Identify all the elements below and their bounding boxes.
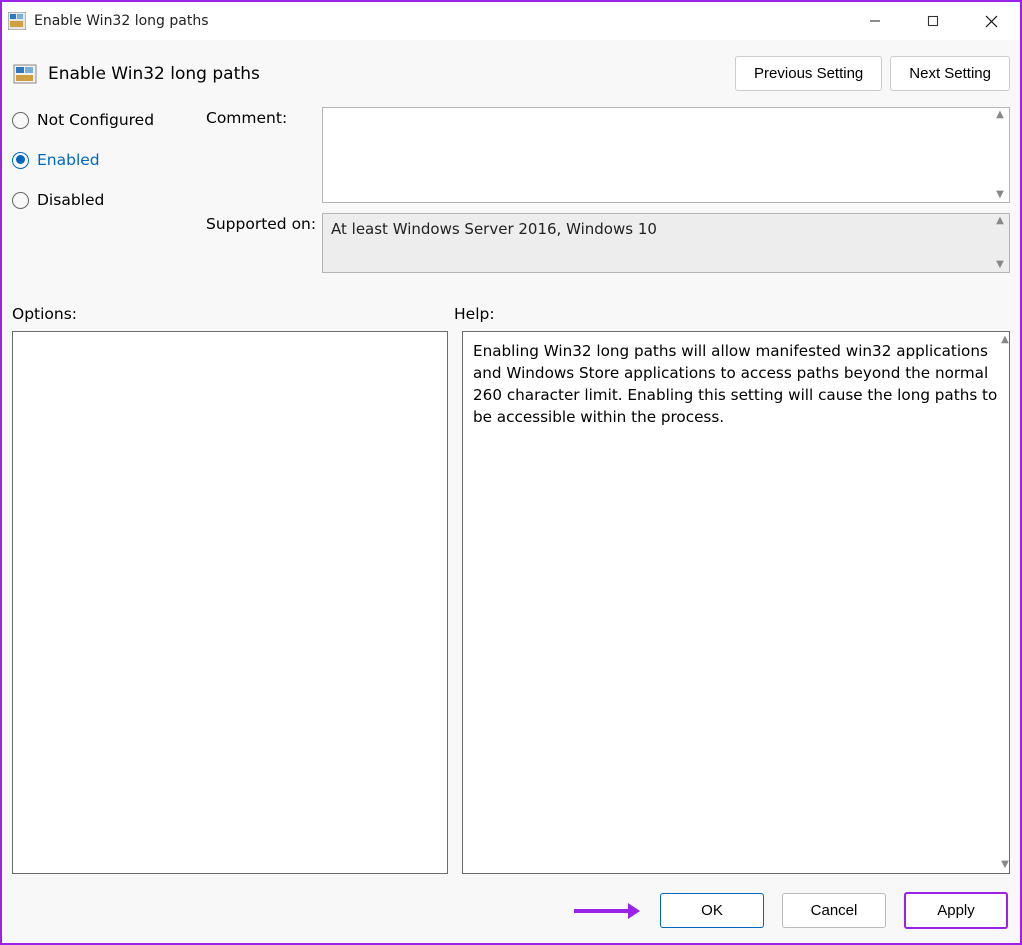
radio-disabled[interactable]: Disabled xyxy=(12,191,182,209)
content-area: Enable Win32 long paths Previous Setting… xyxy=(2,40,1020,943)
previous-setting-button[interactable]: Previous Setting xyxy=(735,56,882,91)
panel-labels: Options: Help: xyxy=(2,283,1020,331)
comment-scroll: ▲ ▼ xyxy=(991,108,1009,202)
panels-area: Enabling Win32 long paths will allow man… xyxy=(2,331,1020,874)
help-label: Help: xyxy=(454,305,495,323)
help-panel: Enabling Win32 long paths will allow man… xyxy=(462,331,1010,874)
supported-text: At least Windows Server 2016, Windows 10 xyxy=(323,214,991,272)
page-title: Enable Win32 long paths xyxy=(48,64,727,84)
radio-icon xyxy=(12,152,29,169)
app-icon xyxy=(8,12,26,30)
radio-label: Not Configured xyxy=(37,111,154,129)
scroll-up-icon[interactable]: ▲ xyxy=(991,110,1009,120)
radio-icon xyxy=(12,112,29,129)
options-label: Options: xyxy=(12,305,454,323)
titlebar: Enable Win32 long paths xyxy=(2,2,1020,40)
next-setting-button[interactable]: Next Setting xyxy=(890,56,1010,91)
ok-button[interactable]: OK xyxy=(660,893,764,928)
scroll-up-icon[interactable]: ▲ xyxy=(998,335,1012,345)
cancel-button[interactable]: Cancel xyxy=(782,893,886,928)
scroll-down-icon[interactable]: ▼ xyxy=(991,190,1009,200)
annotation-arrow-icon xyxy=(574,903,640,919)
supported-row: Supported on: At least Windows Server 20… xyxy=(206,213,1010,273)
radio-icon xyxy=(12,192,29,209)
policy-icon xyxy=(12,61,38,87)
supported-label: Supported on: xyxy=(206,213,322,233)
supported-scroll: ▲ ▼ xyxy=(991,214,1009,272)
scroll-up-icon[interactable]: ▲ xyxy=(991,216,1009,226)
radio-label: Disabled xyxy=(37,191,104,209)
comment-label: Comment: xyxy=(206,107,322,127)
header-row: Enable Win32 long paths Previous Setting… xyxy=(2,40,1020,101)
close-button[interactable] xyxy=(962,2,1020,40)
options-panel[interactable] xyxy=(12,331,448,874)
apply-button[interactable]: Apply xyxy=(904,892,1008,929)
radio-not-configured[interactable]: Not Configured xyxy=(12,111,182,129)
window-title: Enable Win32 long paths xyxy=(34,13,209,29)
scroll-down-icon[interactable]: ▼ xyxy=(991,260,1009,270)
minimize-button[interactable] xyxy=(846,2,904,40)
help-wrap: Enabling Win32 long paths will allow man… xyxy=(462,331,1010,874)
radio-label: Enabled xyxy=(37,151,100,169)
comment-box[interactable]: ▲ ▼ xyxy=(322,107,1010,203)
maximize-button[interactable] xyxy=(904,2,962,40)
state-radio-group: Not Configured Enabled Disabled xyxy=(12,107,182,283)
gpedit-setting-window: Enable Win32 long paths Enable Win32 lon… xyxy=(0,0,1022,945)
radio-enabled[interactable]: Enabled xyxy=(12,151,182,169)
scroll-down-icon[interactable]: ▼ xyxy=(998,860,1012,870)
labeled-fields: Comment: ▲ ▼ Supported on: At least Wind… xyxy=(206,107,1010,283)
dialog-buttons: OK Cancel Apply xyxy=(2,874,1020,943)
comment-row: Comment: ▲ ▼ xyxy=(206,107,1010,203)
comment-text[interactable] xyxy=(323,108,991,202)
supported-box: At least Windows Server 2016, Windows 10… xyxy=(322,213,1010,273)
config-area: Not Configured Enabled Disabled Comment: xyxy=(2,101,1020,283)
help-scroll: ▲ ▼ xyxy=(998,335,1012,870)
